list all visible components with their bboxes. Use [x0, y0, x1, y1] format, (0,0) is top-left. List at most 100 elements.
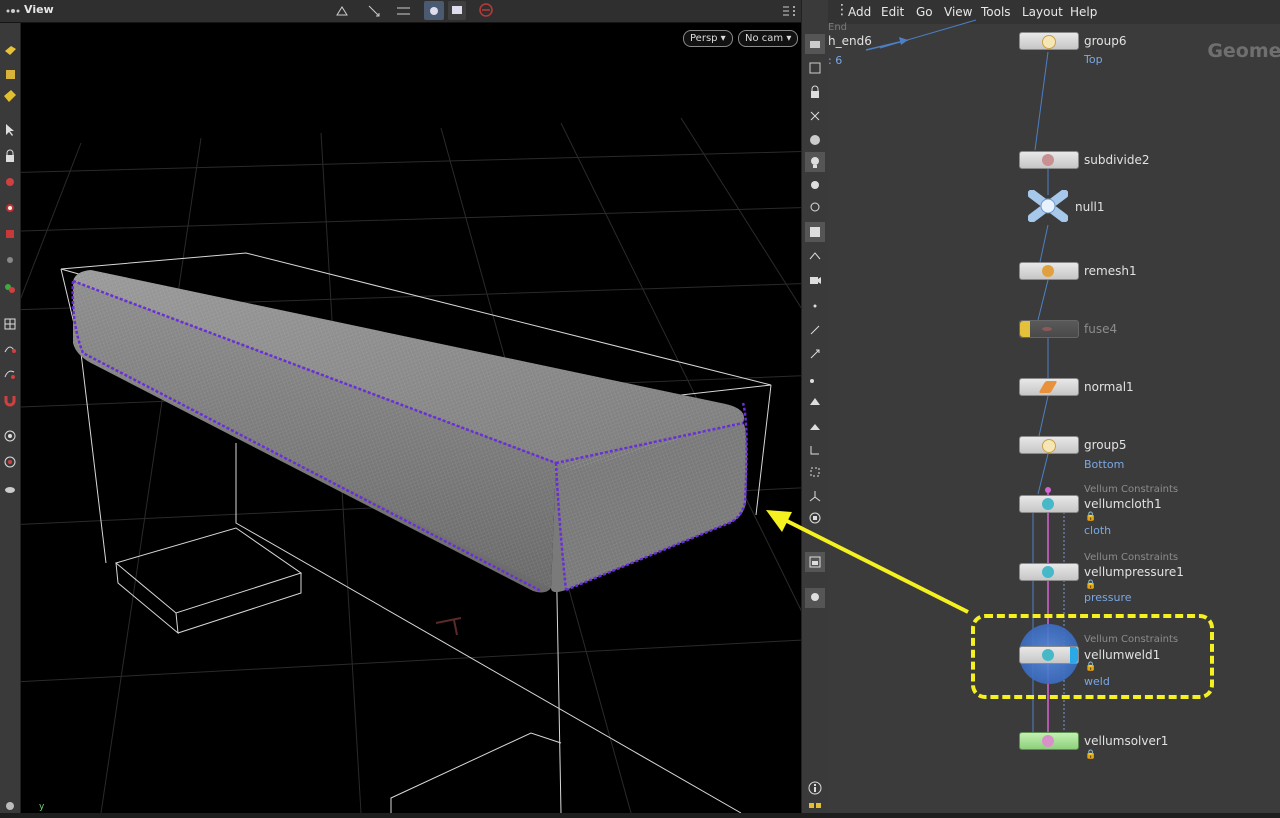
sphere-icon[interactable]: [0, 478, 20, 498]
camera-dropdown[interactable]: No cam ▾: [738, 30, 799, 47]
settings-gear-icon[interactable]: [0, 796, 20, 816]
lock-icon[interactable]: [0, 146, 20, 166]
edge-icon[interactable]: [805, 440, 825, 460]
rotate-icon[interactable]: [0, 198, 20, 218]
render-region-icon[interactable]: [0, 426, 20, 446]
paint-icon[interactable]: [0, 278, 20, 298]
create-box-icon[interactable]: [0, 40, 20, 60]
node-subdivide2-label: subdivide2: [1084, 153, 1150, 167]
node-vellumsolver1[interactable]: [1019, 732, 1079, 750]
node-remesh1[interactable]: [1019, 262, 1079, 280]
partial-node-type: End: [828, 22, 848, 33]
node-group6-sub: Top: [1084, 53, 1103, 66]
camera-tumble-icon[interactable]: [334, 3, 350, 19]
viewport-header: View: [0, 0, 801, 23]
create-cube-icon[interactable]: [0, 64, 20, 84]
vellum-constraint-icon: [1042, 566, 1054, 578]
guide-icon[interactable]: [805, 246, 825, 266]
primitive-icon[interactable]: [805, 392, 825, 412]
snapshot-button[interactable]: [448, 1, 466, 20]
viewport-display-toolbar: [801, 0, 829, 813]
axes-icon[interactable]: [805, 486, 825, 506]
normal-icon[interactable]: [805, 320, 825, 340]
lock-icon: 🔒: [1085, 580, 1097, 590]
viewport-title: View: [24, 3, 54, 16]
node-null1[interactable]: [1027, 189, 1069, 223]
camera-pan-icon[interactable]: [366, 3, 382, 19]
background-icon[interactable]: [805, 222, 825, 242]
magnet-icon[interactable]: [0, 390, 20, 410]
snap-curve-icon[interactable]: [0, 338, 20, 358]
node-normal1[interactable]: [1019, 378, 1079, 396]
x-ray-icon[interactable]: [805, 106, 825, 126]
node-vellumpressure1[interactable]: [1019, 563, 1079, 581]
camera-dolly-icon[interactable]: [395, 3, 413, 19]
partial-node-name[interactable]: h_end6: [828, 34, 872, 48]
viewport-menu-icon[interactable]: [6, 4, 20, 18]
no-entry-icon[interactable]: [478, 2, 494, 18]
vector-icon[interactable]: [805, 344, 825, 364]
scale-icon[interactable]: [0, 224, 20, 244]
light-icon[interactable]: [805, 152, 825, 172]
node-null1-label: null1: [1075, 200, 1105, 214]
node-vellumpressure1-type: Vellum Constraints: [1084, 552, 1179, 563]
cushion-geometry: [71, 270, 748, 593]
node-vellumcloth1[interactable]: [1019, 495, 1079, 513]
node-remesh1-label: remesh1: [1084, 264, 1137, 278]
group-node-icon: [1042, 35, 1056, 49]
display-mode-icon[interactable]: [805, 34, 825, 54]
node-group5-label: group5: [1084, 438, 1127, 452]
lock-icon: 🔒: [1085, 750, 1097, 760]
info-icon[interactable]: [805, 778, 825, 798]
point-number-icon[interactable]: [805, 368, 825, 388]
node-group5-sub: Bottom: [1084, 458, 1125, 471]
viewport-options-icon[interactable]: [780, 3, 798, 19]
create-tag-icon[interactable]: [0, 86, 20, 106]
lock-camera-icon[interactable]: [805, 82, 825, 102]
partial-node-sub: : 6: [828, 54, 843, 67]
viewport-scene: [21, 117, 801, 813]
camera-icon[interactable]: [805, 270, 825, 290]
group-node-icon: [1042, 439, 1056, 453]
node-vellumcloth1-sub: cloth: [1084, 524, 1112, 537]
null-node-icon: [1027, 189, 1069, 223]
origin-marker: [435, 617, 462, 636]
transform-icon[interactable]: [0, 172, 20, 192]
point-icon[interactable]: [805, 296, 825, 316]
persp-dropdown[interactable]: Persp ▾: [683, 30, 733, 47]
handle-icon[interactable]: [0, 250, 20, 270]
network-editor[interactable]: ⋮ Add Edit Go View Tools Layout Help Geo…: [828, 0, 1280, 813]
normal-node-icon: [1038, 381, 1058, 393]
node-vellumpressure1-label: vellumpressure1: [1084, 565, 1184, 579]
snap-point-icon[interactable]: [0, 364, 20, 384]
node-vellumcloth1-label: vellumcloth1: [1084, 497, 1162, 511]
3d-viewport[interactable]: Persp ▾ No cam ▾ y: [21, 23, 801, 813]
image-plane-icon[interactable]: [805, 552, 825, 572]
bounding-icon[interactable]: [805, 508, 825, 528]
light-link-icon[interactable]: [805, 588, 825, 608]
vellum-constraint-icon: [1042, 498, 1054, 510]
light-bulb-icon[interactable]: [805, 198, 825, 218]
bypass-flag[interactable]: [1020, 321, 1030, 337]
node-group6[interactable]: [1019, 32, 1079, 50]
lock-icon: 🔒: [1085, 512, 1097, 522]
headlight-icon[interactable]: [805, 176, 825, 196]
vellum-solver-icon: [1042, 735, 1054, 747]
node-fuse4[interactable]: [1019, 320, 1079, 338]
subdivide-node-icon: [1042, 154, 1054, 166]
layout-icon[interactable]: [805, 798, 825, 818]
axis-label-y: y: [39, 802, 45, 812]
uv-icon[interactable]: [805, 462, 825, 482]
display-options-button[interactable]: [424, 1, 444, 20]
shading-icon[interactable]: [805, 130, 825, 150]
node-subdivide2[interactable]: [1019, 151, 1079, 169]
ghost-icon[interactable]: [805, 58, 825, 78]
snap-grid-icon[interactable]: [0, 314, 20, 334]
target-icon[interactable]: [0, 452, 20, 472]
primitive-number-icon[interactable]: [805, 416, 825, 436]
node-group6-label: group6: [1084, 34, 1127, 48]
select-arrow-icon[interactable]: [0, 120, 20, 140]
annotation-highlight-box: [971, 614, 1214, 699]
fuse-node-icon: [1042, 327, 1052, 331]
node-group5[interactable]: [1019, 436, 1079, 454]
